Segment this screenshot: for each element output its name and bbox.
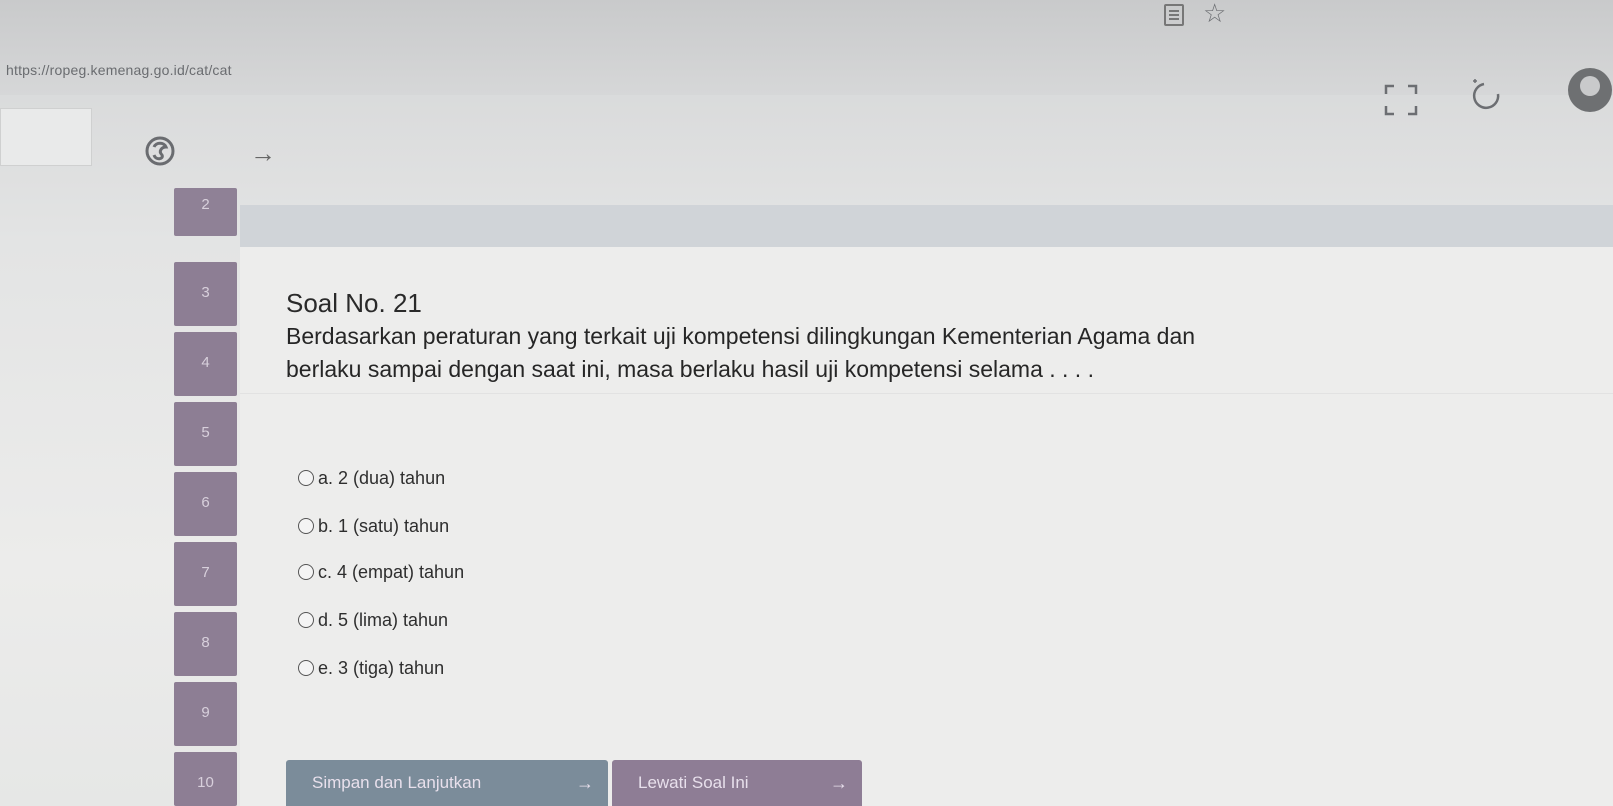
bookmark-star-icon[interactable]: ☆ — [1203, 0, 1226, 29]
arrow-right-icon: → — [830, 772, 848, 793]
browser-toolbar: https://ropeg.kemenag.go.id/cat/cat — [0, 0, 1613, 95]
nav-question-button[interactable]: 8 — [174, 612, 237, 676]
nav-question-button[interactable]: 6 — [174, 472, 237, 536]
option-label: b. 1 (satu) tahun — [318, 515, 450, 536]
reader-mode-icon[interactable] — [1164, 4, 1184, 26]
nav-question-button[interactable]: 5 — [174, 402, 237, 466]
answer-option-b[interactable]: b. 1 (satu) tahun — [298, 514, 449, 538]
nav-question-button[interactable]: 2 — [174, 188, 237, 236]
question-title: Soal No. 21 — [286, 288, 422, 318]
address-bar-url[interactable]: https://ropeg.kemenag.go.id/cat/cat — [6, 62, 232, 78]
question-header-bar — [240, 205, 1613, 247]
radio-button[interactable] — [298, 564, 314, 580]
option-label: d. 5 (lima) tahun — [318, 609, 449, 630]
side-tab — [0, 108, 92, 166]
nav-question-button[interactable]: 10 — [174, 752, 237, 806]
radio-button[interactable] — [298, 660, 314, 676]
option-label: a. 2 (dua) tahun — [318, 467, 446, 488]
radio-button[interactable] — [298, 518, 314, 534]
save-and-next-button[interactable]: Simpan dan Lanjutkan → — [286, 760, 608, 806]
app-logo-icon[interactable] — [142, 133, 178, 169]
option-label: e. 3 (tiga) tahun — [318, 657, 445, 678]
question-text-line: berlaku sampai dengan saat ini, masa ber… — [286, 356, 1094, 382]
radio-button[interactable] — [298, 470, 314, 486]
divider — [240, 393, 1613, 394]
skip-question-button[interactable]: Lewati Soal Ini → — [612, 760, 862, 806]
forward-arrow-icon[interactable]: → — [250, 138, 276, 169]
user-avatar-icon[interactable] — [1552, 64, 1613, 130]
question-text: Berdasarkan peraturan yang terkait uji k… — [286, 320, 1586, 386]
answer-option-d[interactable]: d. 5 (lima) tahun — [298, 608, 448, 632]
radio-button[interactable] — [298, 612, 314, 628]
nav-question-button[interactable]: 3 — [174, 262, 237, 326]
save-and-next-label: Simpan dan Lanjutkan — [312, 773, 482, 792]
answer-option-e[interactable]: e. 3 (tiga) tahun — [298, 656, 444, 680]
nav-question-button[interactable]: 4 — [174, 332, 237, 396]
nav-question-button[interactable]: 7 — [174, 542, 237, 606]
nav-question-button[interactable]: 9 — [174, 682, 237, 746]
arrow-right-icon: → — [576, 772, 594, 793]
question-text-line: Berdasarkan peraturan yang terkait uji k… — [286, 323, 1196, 349]
timer-icon[interactable] — [1470, 78, 1506, 114]
fullscreen-icon[interactable] — [1384, 84, 1418, 116]
answer-option-a[interactable]: a. 2 (dua) tahun — [298, 466, 445, 490]
option-label: c. 4 (empat) tahun — [318, 561, 465, 582]
skip-question-label: Lewati Soal Ini — [638, 773, 749, 792]
answer-option-c[interactable]: c. 4 (empat) tahun — [298, 560, 464, 584]
